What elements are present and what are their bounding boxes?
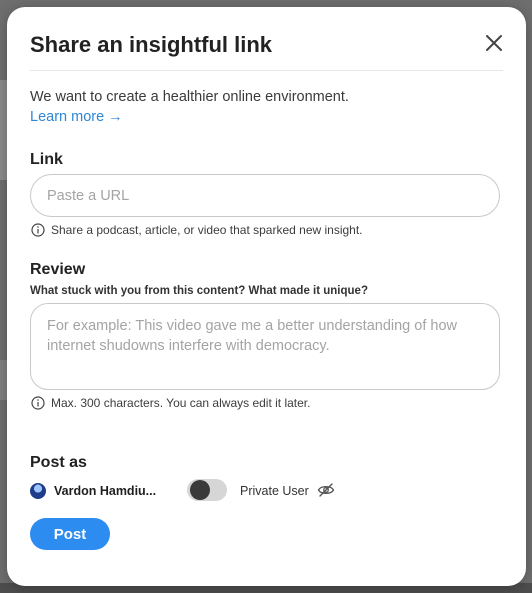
link-hint-text: Share a podcast, article, or video that … (51, 223, 363, 237)
post-as-label: Post as (30, 454, 87, 471)
review-hint: Max. 300 characters. You can always edit… (31, 396, 310, 410)
info-icon (31, 223, 45, 237)
avatar (30, 483, 46, 499)
review-question: What stuck with you from this content? W… (30, 285, 368, 297)
private-user-toggle[interactable] (187, 479, 227, 501)
link-hint: Share a podcast, article, or video that … (31, 223, 363, 237)
intro-text: We want to create a healthier online env… (30, 89, 349, 105)
toggle-knob (190, 480, 210, 500)
review-textarea[interactable] (30, 303, 500, 390)
review-hint-text: Max. 300 characters. You can always edit… (51, 396, 311, 410)
user-name: Vardon Hamdiu... (54, 484, 157, 498)
close-icon (486, 35, 502, 51)
review-label: Review (30, 261, 86, 278)
close-button[interactable] (484, 33, 504, 53)
info-icon (31, 396, 45, 410)
private-user-label: Private User (240, 484, 309, 498)
modal-title: Share an insightful link (30, 32, 273, 57)
link-label: Link (30, 151, 63, 168)
url-input[interactable] (30, 174, 500, 217)
post-button[interactable]: Post (30, 518, 110, 550)
post-as-row: Vardon Hamdiu... Private User (30, 479, 500, 503)
eye-off-icon (317, 483, 335, 497)
learn-more-link[interactable]: Learn more → (30, 109, 123, 125)
divider (30, 70, 503, 71)
share-link-modal: Share an insightful link We want to crea… (7, 7, 526, 586)
